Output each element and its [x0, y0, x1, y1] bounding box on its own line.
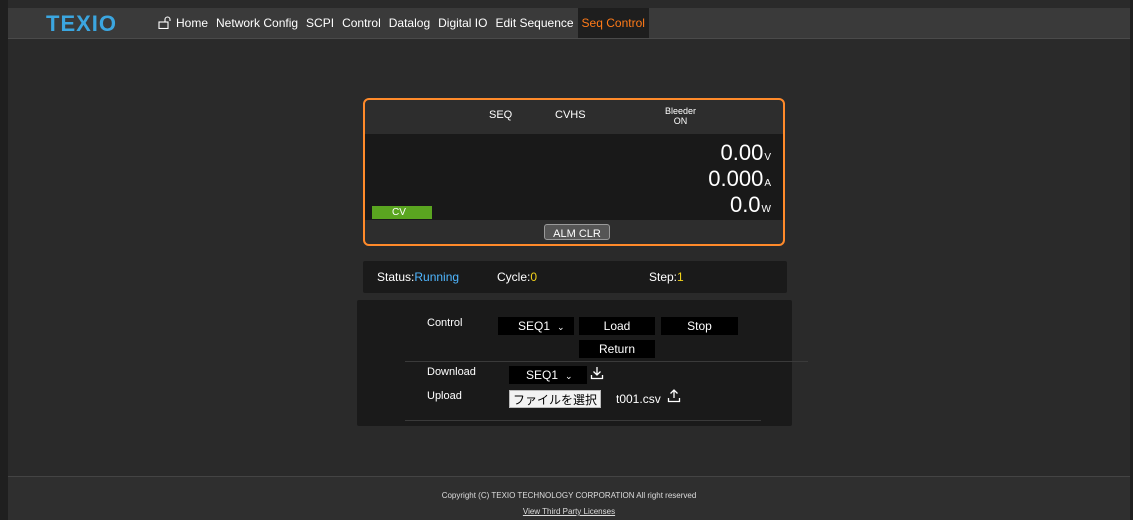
- current-readout: 0.000A: [708, 166, 771, 192]
- chevron-down-icon: ⌄: [557, 322, 565, 332]
- cv-mode-badge: CV: [372, 206, 432, 219]
- texio-logo: TEXIO: [46, 11, 118, 36]
- third-party-licenses-link[interactable]: View Third Party Licenses: [8, 507, 1130, 516]
- power-unit: W: [761, 204, 771, 215]
- voltage-value: 0.00: [720, 140, 764, 165]
- current-value: 0.000: [708, 166, 764, 191]
- chevron-down-icon: ⌄: [565, 371, 573, 381]
- app-frame: TEXIO Home Network Config SCPI Control D…: [8, 0, 1130, 520]
- mode-cvhs-indicator: CVHS: [555, 109, 586, 121]
- section-divider: [405, 361, 808, 362]
- voltage-readout: 0.00V: [721, 140, 772, 166]
- load-button[interactable]: Load: [579, 317, 655, 335]
- alarm-clear-button[interactable]: ALM CLR: [544, 224, 610, 240]
- sequence-control-area: Control SEQ1 ⌄ Load Stop Return Download …: [357, 300, 808, 426]
- nav-item-network-config[interactable]: Network Config: [212, 8, 302, 38]
- display-header: SEQ CVHS Bleeder ON: [365, 100, 783, 134]
- nav-item-edit-sequence[interactable]: Edit Sequence: [491, 8, 577, 38]
- nav-menu: Home Network Config SCPI Control Datalog…: [154, 8, 649, 38]
- step-label: Step:: [649, 270, 678, 284]
- page-footer: Copyright (C) TEXIO TECHNOLOGY CORPORATI…: [8, 476, 1130, 520]
- power-readout: 0.0W: [730, 192, 771, 218]
- control-select-value: SEQ1: [518, 319, 551, 333]
- current-unit: A: [764, 178, 771, 189]
- section-divider: [405, 420, 761, 421]
- download-sequence-select[interactable]: SEQ1 ⌄: [509, 366, 587, 384]
- step-value: 1: [677, 270, 684, 284]
- top-nav-bar: TEXIO Home Network Config SCPI Control D…: [8, 8, 1130, 39]
- instrument-display-panel: SEQ CVHS Bleeder ON 0.00V 0.000A 0.0W CV…: [363, 98, 785, 246]
- upload-label: Upload: [427, 390, 462, 402]
- cycle-field: Cycle:0: [497, 270, 537, 284]
- nav-item-control[interactable]: Control: [338, 8, 385, 38]
- bleeder-label: Bleeder: [665, 106, 697, 116]
- selected-file-name: t001.csv: [616, 392, 661, 406]
- step-field: Step:1: [649, 270, 684, 284]
- nav-item-scpi[interactable]: SCPI: [302, 8, 338, 38]
- nav-item-seq-control[interactable]: Seq Control: [577, 8, 649, 38]
- status-field: Status:Running: [377, 270, 459, 284]
- stop-button[interactable]: Stop: [661, 317, 738, 335]
- download-select-value: SEQ1: [526, 368, 559, 382]
- download-label: Download: [427, 366, 476, 378]
- nav-item-datalog[interactable]: Datalog: [385, 8, 434, 38]
- file-select-button[interactable]: ファイルを選択: [509, 390, 602, 408]
- nav-item-home[interactable]: Home: [154, 8, 212, 38]
- mode-seq-indicator: SEQ: [489, 109, 513, 121]
- voltage-unit: V: [764, 152, 771, 163]
- lock-open-icon: [158, 16, 171, 29]
- cycle-label: Cycle:: [497, 270, 531, 284]
- nav-item-label: Home: [176, 16, 209, 30]
- display-readout-area: 0.00V 0.000A 0.0W CV: [365, 134, 783, 220]
- status-value: Running: [414, 270, 460, 284]
- bleeder-state: ON: [673, 116, 688, 126]
- bleeder-indicator: Bleeder ON: [665, 106, 696, 126]
- control-sequence-select[interactable]: SEQ1 ⌄: [498, 317, 574, 335]
- upload-icon[interactable]: [667, 389, 681, 403]
- control-label: Control: [427, 317, 463, 329]
- download-icon[interactable]: [590, 366, 604, 380]
- status-label: Status:: [377, 270, 415, 284]
- return-button[interactable]: Return: [579, 340, 655, 358]
- cycle-value: 0: [530, 270, 538, 284]
- sequence-status-bar: Status:Running Cycle:0 Step:1: [363, 261, 787, 293]
- power-value: 0.0: [729, 192, 761, 217]
- copyright-text: Copyright (C) TEXIO TECHNOLOGY CORPORATI…: [441, 491, 697, 500]
- nav-item-digital-io[interactable]: Digital IO: [434, 8, 491, 38]
